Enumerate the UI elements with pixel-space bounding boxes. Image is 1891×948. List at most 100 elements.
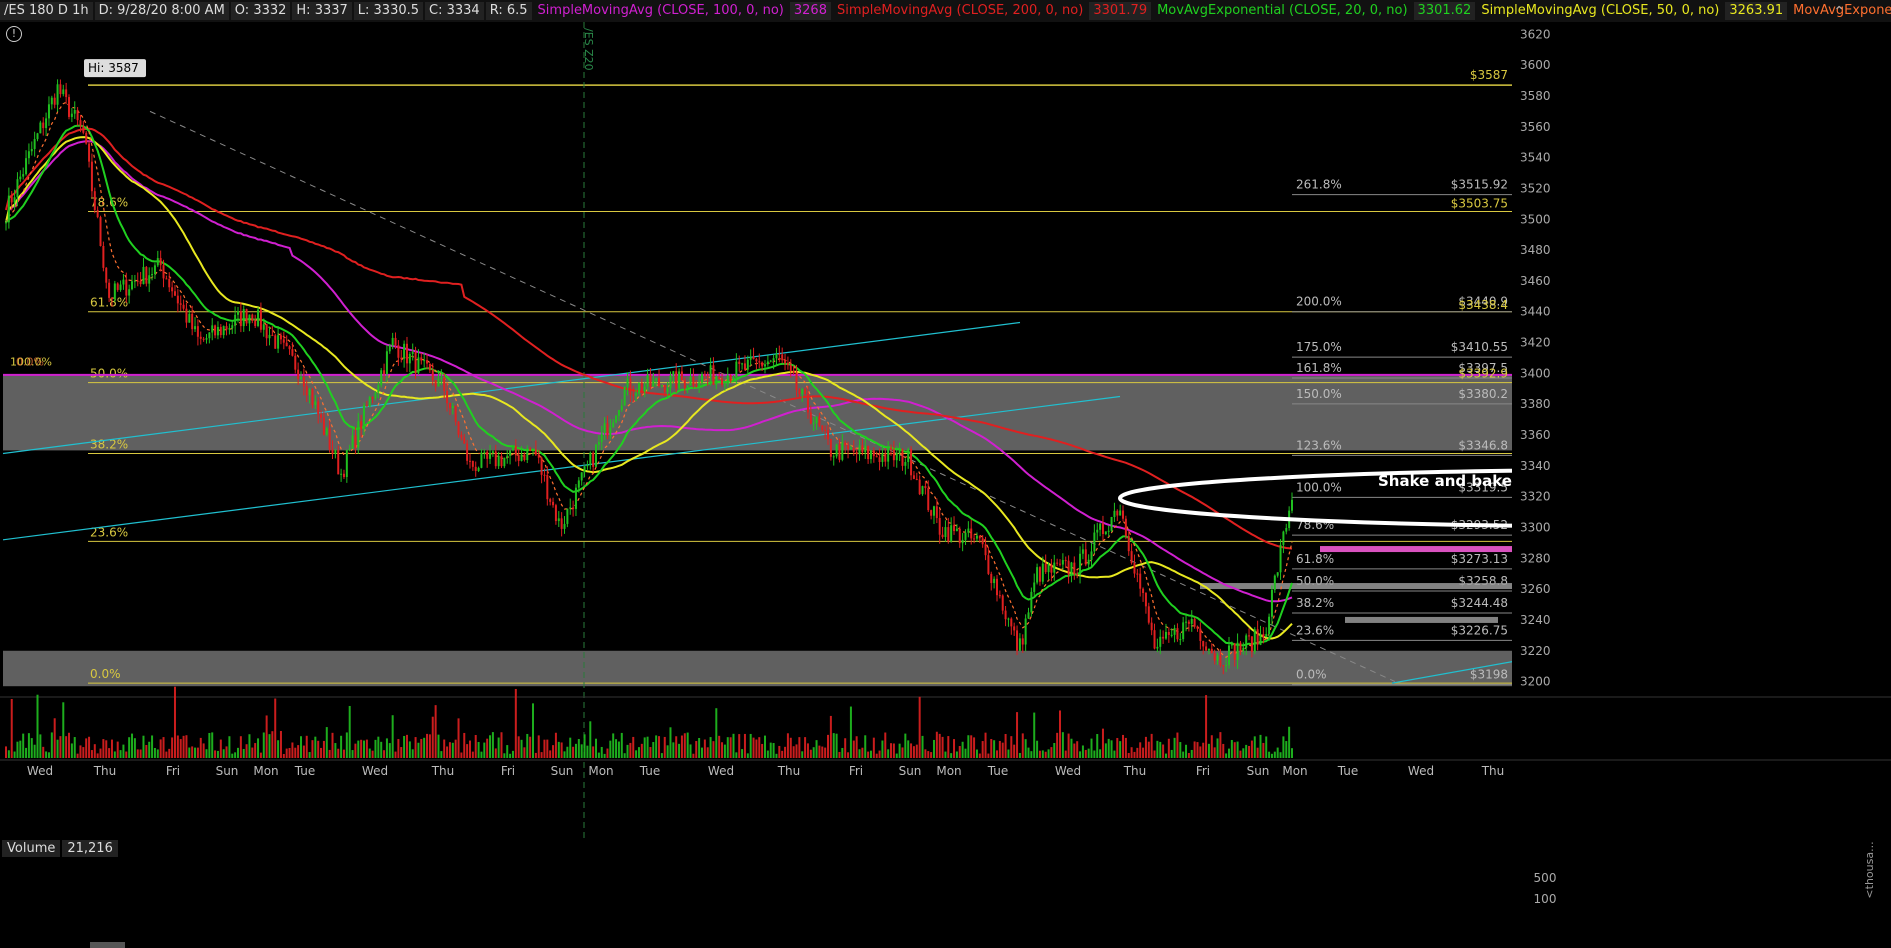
candle-body xyxy=(786,363,789,366)
candle-body xyxy=(509,450,512,456)
volume-bar xyxy=(1073,743,1076,758)
volume-bar xyxy=(1090,738,1093,758)
info-icon[interactable]: ! xyxy=(6,26,22,42)
chart-settings-icon[interactable]: ⌃ xyxy=(1833,4,1845,20)
volume-header: Volume 21,216 xyxy=(2,840,120,857)
candle-body xyxy=(214,325,217,336)
candle-body xyxy=(1207,648,1210,651)
candle-body xyxy=(821,425,824,430)
candle-body xyxy=(1090,551,1093,560)
candle-body xyxy=(65,89,68,98)
candle-body xyxy=(1205,646,1208,651)
candle-body xyxy=(663,385,666,393)
candle-body xyxy=(549,499,552,502)
volume-bar xyxy=(649,747,652,758)
candle-body xyxy=(993,578,996,584)
study-label-1[interactable]: SimpleMovingAvg (CLOSE, 200, 0, no) xyxy=(833,2,1087,20)
volume-bar xyxy=(179,739,182,758)
candle-body xyxy=(1210,648,1213,654)
volume-bar xyxy=(420,738,423,758)
x-tick-label: Fri xyxy=(501,764,515,778)
candle-body xyxy=(231,325,234,329)
volume-bar xyxy=(798,737,801,758)
candle-body xyxy=(967,528,970,533)
candle-body xyxy=(1101,523,1104,535)
volume-bar xyxy=(125,751,128,758)
volume-bar xyxy=(600,746,603,758)
volume-bar xyxy=(978,753,981,758)
candle-body xyxy=(660,385,663,387)
candle-body xyxy=(320,414,323,418)
candle-body xyxy=(580,472,583,481)
candle-body xyxy=(597,442,600,445)
candle-body xyxy=(1142,588,1145,593)
candle-body xyxy=(388,345,391,352)
volume-bar xyxy=(637,747,640,758)
volume-bar xyxy=(185,735,188,758)
candle-body xyxy=(872,450,875,457)
candle-body xyxy=(927,488,930,511)
candle-body xyxy=(892,449,895,461)
volume-bar xyxy=(875,753,878,758)
candle-body xyxy=(1056,562,1059,564)
study-label-3[interactable]: SimpleMovingAvg (CLOSE, 50, 0, no) xyxy=(1477,2,1723,20)
candle-body xyxy=(941,534,944,538)
price-chart[interactable]: 78.6%61.8%50.0%38.2%23.6%0.0%100.0%0.0%2… xyxy=(0,0,1891,948)
volume-bar xyxy=(1242,748,1245,758)
volume-bar xyxy=(652,742,655,758)
x-tick-label: Wed xyxy=(1408,764,1434,778)
candle-body xyxy=(279,335,282,340)
candle-body xyxy=(718,376,721,379)
volume-bar xyxy=(468,740,471,758)
candle-body xyxy=(314,401,317,406)
symbol-label[interactable]: /ES 180 D 1h xyxy=(0,2,93,20)
y-tick-label: 3340 xyxy=(1520,459,1551,473)
volume-bar xyxy=(1127,752,1130,758)
scrollbar-thumb[interactable] xyxy=(90,942,125,948)
volume-bar xyxy=(408,741,411,758)
volume-bar xyxy=(855,736,858,758)
volume-bar xyxy=(1230,739,1233,758)
candle-body xyxy=(337,450,340,475)
candle-body xyxy=(262,324,265,330)
candle-body xyxy=(506,455,509,458)
volume-bar xyxy=(322,740,325,758)
candle-body xyxy=(128,289,131,296)
volume-bar xyxy=(59,736,62,758)
volume-bar xyxy=(827,734,830,758)
volume-bar xyxy=(1153,750,1156,758)
volume-bar xyxy=(405,734,408,758)
volume-bar xyxy=(1053,742,1056,758)
study-label-0[interactable]: SimpleMovingAvg (CLOSE, 100, 0, no) xyxy=(534,2,788,20)
x-tick-label: Sun xyxy=(899,764,922,778)
volume-bar xyxy=(1033,712,1036,758)
fib-right-value-8: $3273.13 xyxy=(1451,552,1508,566)
volume-bar xyxy=(738,734,741,758)
volume-bar xyxy=(357,740,360,758)
price-axis-bg xyxy=(1512,22,1891,697)
candle-body xyxy=(1233,643,1236,660)
candle-body xyxy=(766,361,769,365)
volume-bar xyxy=(998,740,1001,758)
candle-body xyxy=(259,309,262,330)
candle-body xyxy=(666,388,669,393)
study-label-2[interactable]: MovAvgExponential (CLOSE, 20, 0, no) xyxy=(1153,2,1411,20)
candle-body xyxy=(474,466,477,471)
candle-body xyxy=(1250,636,1253,652)
candle-body xyxy=(271,334,274,336)
candle-body xyxy=(566,508,569,524)
candle-body xyxy=(526,448,529,461)
candle-body xyxy=(1073,562,1076,575)
volume-bar xyxy=(715,708,718,758)
study-header: /ES 180 D 1h D: 9/28/20 8:00 AM O: 3332 … xyxy=(0,0,1891,22)
volume-bar xyxy=(110,739,113,758)
candle-body xyxy=(961,539,964,544)
volume-bar xyxy=(615,739,618,758)
volume-bar xyxy=(927,751,930,758)
candle-body xyxy=(586,465,589,467)
volume-bar xyxy=(1093,750,1096,758)
volume-bar xyxy=(1279,752,1282,758)
candle-body xyxy=(274,335,277,349)
volume-bar xyxy=(589,721,592,758)
candle-body xyxy=(122,279,125,285)
